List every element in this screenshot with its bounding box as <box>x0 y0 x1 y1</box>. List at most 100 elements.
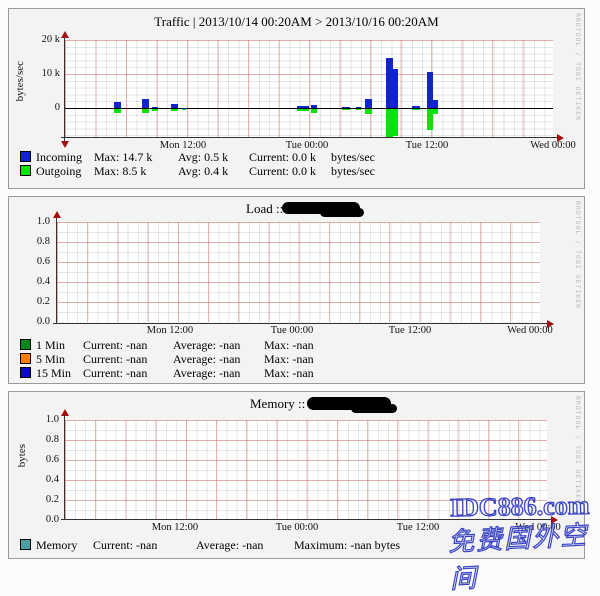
outgoing-avg: Avg: 0.4 k <box>178 165 249 178</box>
traffic-xtick-wed00: Wed 00:00 <box>530 140 576 151</box>
rrdtool-watermark: RRDTOOL / TOBI OETIKER <box>574 396 582 504</box>
memory-average: Average: -nan <box>196 539 294 552</box>
legend-row-memory: MemoryCurrent: -nanAverage: -nanMaximum:… <box>20 539 400 553</box>
15min-label: 15 Min <box>36 367 83 380</box>
traffic-bar-outgoing <box>152 109 158 111</box>
traffic-bar-outgoing <box>142 109 149 113</box>
traffic-graph-panel: Traffic | 2013/10/14 00:20AM > 2013/10/1… <box>8 8 585 189</box>
load-legend: 1 MinCurrent: -nanAverage: -nanMax: -nan… <box>20 339 314 381</box>
memory-ytick-0_2: 0.2 <box>25 494 59 505</box>
traffic-xtick-tue12: Tue 12:00 <box>406 140 449 151</box>
traffic-bar-incoming <box>356 107 361 108</box>
traffic-bar-incoming <box>342 107 350 108</box>
traffic-bar-incoming <box>433 100 438 108</box>
redacted-hostname-blob <box>282 202 360 214</box>
memory-ytick-0_4: 0.4 <box>25 474 59 485</box>
load-x-axis <box>53 323 547 324</box>
5min-label: 5 Min <box>36 353 83 366</box>
1min-swatch <box>20 339 31 350</box>
traffic-legend: IncomingMax: 14.7 kAvg: 0.5 kCurrent: 0.… <box>20 151 375 179</box>
load-plot-area <box>57 222 540 322</box>
traffic-plot-area <box>65 40 553 137</box>
monitoring-page: { "rrd_watermark": "RRDTOOL / TOBI OETIK… <box>0 0 600 565</box>
traffic-graph-title: Traffic | 2013/10/14 00:20AM > 2013/10/1… <box>9 14 584 30</box>
memory-y-axis <box>64 416 65 520</box>
traffic-bar-incoming <box>171 104 178 108</box>
traffic-x-axis <box>61 137 557 138</box>
traffic-bar-outgoing <box>386 109 393 137</box>
load-xtick-tue00: Tue 00:00 <box>271 325 314 336</box>
load-y-axis <box>56 218 57 324</box>
traffic-bar-outgoing <box>182 109 186 110</box>
5min-swatch <box>20 353 31 364</box>
incoming-unit: bytes/sec <box>331 151 375 164</box>
traffic-y-axis-bottom-arrow <box>61 141 69 148</box>
traffic-ytick-0: 0 <box>26 102 60 113</box>
15min-swatch <box>20 367 31 378</box>
load-ytick-0_0: 0.0 <box>16 316 50 327</box>
load-y-axis-arrow <box>53 211 61 218</box>
1min-current: Current: -nan <box>83 339 173 352</box>
traffic-bar-incoming <box>114 102 121 108</box>
traffic-bar-outgoing <box>311 109 317 113</box>
traffic-ytick-20k: 20 k <box>26 34 60 45</box>
traffic-bar-incoming <box>365 99 372 108</box>
traffic-bar-outgoing <box>433 109 438 114</box>
load-ytick-0_8: 0.8 <box>16 236 50 247</box>
traffic-bar-outgoing <box>114 109 121 113</box>
memory-ytick-0_8: 0.8 <box>25 434 59 445</box>
1min-average: Average: -nan <box>173 339 264 352</box>
site-watermark-slogan: 免费国外空间 <box>447 514 600 596</box>
memory-xtick-tue12: Tue 12:00 <box>397 522 440 533</box>
rrdtool-watermark: RRDTOOL / TOBI OETIKER <box>574 13 582 121</box>
load-graph-panel: Load :: RRDTOOL / TOBI OETIKER 1.0 0.8 0… <box>8 196 585 384</box>
redacted-hostname-blob <box>307 397 391 410</box>
traffic-zero-line <box>65 108 553 109</box>
legend-row-15min: 15 MinCurrent: -nanAverage: -nanMax: -na… <box>20 367 314 381</box>
incoming-max: Max: 14.7 k <box>94 151 178 164</box>
memory-label: Memory <box>36 539 93 552</box>
traffic-bar-incoming <box>386 58 393 108</box>
1min-label: 1 Min <box>36 339 83 352</box>
load-xtick-wed00: Wed 00:00 <box>507 325 553 336</box>
traffic-bar-incoming <box>297 106 309 108</box>
traffic-ytick-10k: 10 k <box>26 68 60 79</box>
traffic-y-axis-label: bytes/sec <box>14 61 26 101</box>
outgoing-max: Max: 8.5 k <box>94 165 178 178</box>
15min-average: Average: -nan <box>173 367 264 380</box>
memory-maximum: Maximum: -nan bytes <box>294 539 400 552</box>
incoming-label: Incoming <box>36 151 94 164</box>
traffic-y-axis <box>64 38 65 141</box>
incoming-avg: Avg: 0.5 k <box>178 151 249 164</box>
incoming-current: Current: 0.0 k <box>249 151 331 164</box>
outgoing-swatch <box>20 165 31 176</box>
incoming-swatch <box>20 151 31 162</box>
load-ytick-1_0: 1.0 <box>16 216 50 227</box>
memory-current: Current: -nan <box>93 539 196 552</box>
load-ytick-0_4: 0.4 <box>16 276 50 287</box>
outgoing-current: Current: 0.0 k <box>249 165 331 178</box>
rrdtool-watermark: RRDTOOL / TOBI OETIKER <box>574 201 582 309</box>
memory-legend: MemoryCurrent: -nanAverage: -nanMaximum:… <box>20 539 400 553</box>
traffic-bar-incoming <box>393 69 398 108</box>
traffic-bar-incoming <box>412 106 420 108</box>
15min-current: Current: -nan <box>83 367 173 380</box>
load-xtick-mon12: Mon 12:00 <box>147 325 193 336</box>
memory-y-axis-arrow <box>61 409 69 416</box>
5min-max: Max: -nan <box>264 353 314 366</box>
legend-row-5min: 5 MinCurrent: -nanAverage: -nanMax: -nan <box>20 353 314 367</box>
traffic-bar-outgoing <box>297 109 309 111</box>
traffic-bar-outgoing <box>171 109 178 111</box>
memory-ytick-0_0: 0.0 <box>25 514 59 525</box>
traffic-bar-outgoing <box>393 109 398 136</box>
memory-ytick-0_6: 0.6 <box>25 454 59 465</box>
load-xtick-tue12: Tue 12:00 <box>389 325 432 336</box>
load-graph-title: Load :: <box>246 201 283 217</box>
traffic-bar-incoming <box>311 105 317 108</box>
5min-average: Average: -nan <box>173 353 264 366</box>
1min-max: Max: -nan <box>264 339 314 352</box>
memory-swatch <box>20 539 31 550</box>
legend-row-incoming: IncomingMax: 14.7 kAvg: 0.5 kCurrent: 0.… <box>20 151 375 165</box>
memory-xtick-tue00: Tue 00:00 <box>276 522 319 533</box>
15min-max: Max: -nan <box>264 367 314 380</box>
